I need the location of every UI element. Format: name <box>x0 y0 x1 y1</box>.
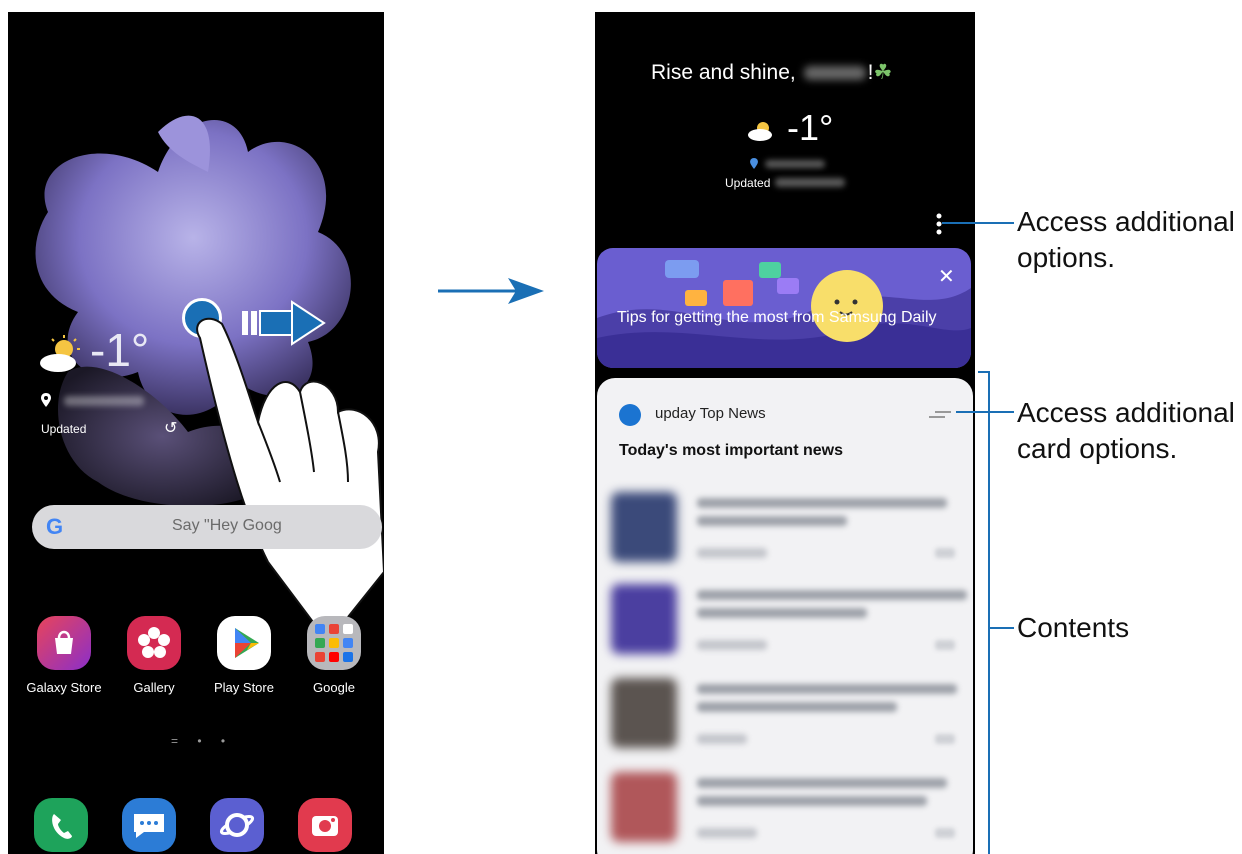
refresh-icon[interactable]: ↺ <box>164 418 177 438</box>
location-pin-icon <box>750 158 758 169</box>
partly-cloudy-sun-icon <box>40 335 80 372</box>
greeting-text: Rise and shine, !☘ <box>651 60 892 85</box>
contents-bracket-top <box>978 371 990 373</box>
callout-leader-more-options <box>942 222 1014 224</box>
callout-line-1: Access additional <box>1017 397 1235 428</box>
page-indicator: = • • <box>171 734 234 748</box>
news-item[interactable] <box>611 678 961 768</box>
app-label: Play Store <box>214 680 274 695</box>
app-play-store[interactable]: Play Store <box>204 616 284 695</box>
callout-leader-card-options <box>956 411 1014 413</box>
news-card[interactable]: upday Top News Today's most important ne… <box>597 378 973 854</box>
callout-line-2: card options. <box>1017 433 1178 464</box>
temperature-text: -1° <box>787 107 834 148</box>
news-headline: Today's most important news <box>619 442 843 459</box>
location-text-blurred <box>64 396 144 406</box>
news-item[interactable] <box>611 584 967 674</box>
callout-contents: Contents <box>1017 612 1130 643</box>
greeting-prefix: Rise and shine, <box>651 61 802 84</box>
camera-icon[interactable] <box>298 798 352 852</box>
callout-line-1: Access additional <box>1017 206 1235 237</box>
clover-icon: ☘ <box>873 61 893 84</box>
shopping-bag-icon <box>37 616 91 670</box>
search-placeholder: Say "Hey Goog <box>172 517 282 534</box>
app-google-folder[interactable]: Google <box>294 616 374 695</box>
app-gallery[interactable]: Gallery <box>114 616 194 695</box>
weather-widget[interactable]: -1° <box>747 107 833 149</box>
temperature-text: -1° <box>90 324 150 376</box>
app-label: Google <box>313 680 355 695</box>
location-text-blurred <box>765 160 825 168</box>
samsung-daily-screen: Rise and shine, !☘ -1° Updated ✕ Tips fo… <box>595 12 975 854</box>
app-galaxy-store[interactable]: Galaxy Store <box>24 616 104 695</box>
google-apps-folder-icon <box>307 616 361 670</box>
updated-label: Updated <box>725 176 771 190</box>
google-g-icon: G <box>46 514 64 539</box>
news-source-label: upday Top News <box>655 405 766 422</box>
updated-label: Updated <box>41 422 87 436</box>
username-blurred <box>803 66 866 81</box>
flower-icon <box>127 616 181 670</box>
partly-cloudy-sun-icon <box>748 122 772 142</box>
home-screen: -1° Updated ↺ G Say "Hey Goog Galaxy Sto… <box>8 12 384 854</box>
transition-arrow-icon <box>438 278 544 304</box>
location-pin-icon <box>41 393 51 407</box>
contents-bracket <box>988 371 990 854</box>
callout-leader-contents <box>990 627 1014 629</box>
more-options-icon[interactable] <box>934 212 944 236</box>
phone-icon[interactable] <box>34 798 88 852</box>
play-triangle-icon <box>217 616 271 670</box>
messages-icon[interactable] <box>122 798 176 852</box>
upday-logo-icon <box>619 404 641 426</box>
updated-time-blurred <box>775 178 845 187</box>
app-label: Gallery <box>133 680 175 695</box>
callout-line-2: options. <box>1017 242 1116 273</box>
news-item[interactable] <box>611 492 961 582</box>
news-item[interactable] <box>611 772 961 854</box>
callout-more-options: Access additional options. <box>1017 204 1235 276</box>
app-label: Galaxy Store <box>26 680 102 695</box>
card-options-icon[interactable] <box>929 410 951 420</box>
internet-icon[interactable] <box>210 798 264 852</box>
callout-card-options: Access additional card options. <box>1017 395 1235 467</box>
close-icon[interactable]: ✕ <box>938 264 955 289</box>
tips-card-text: Tips for getting the most from Samsung D… <box>617 309 937 326</box>
google-search-bar[interactable]: G Say "Hey Goog <box>32 505 382 549</box>
hand-gesture-illustration <box>196 317 384 642</box>
